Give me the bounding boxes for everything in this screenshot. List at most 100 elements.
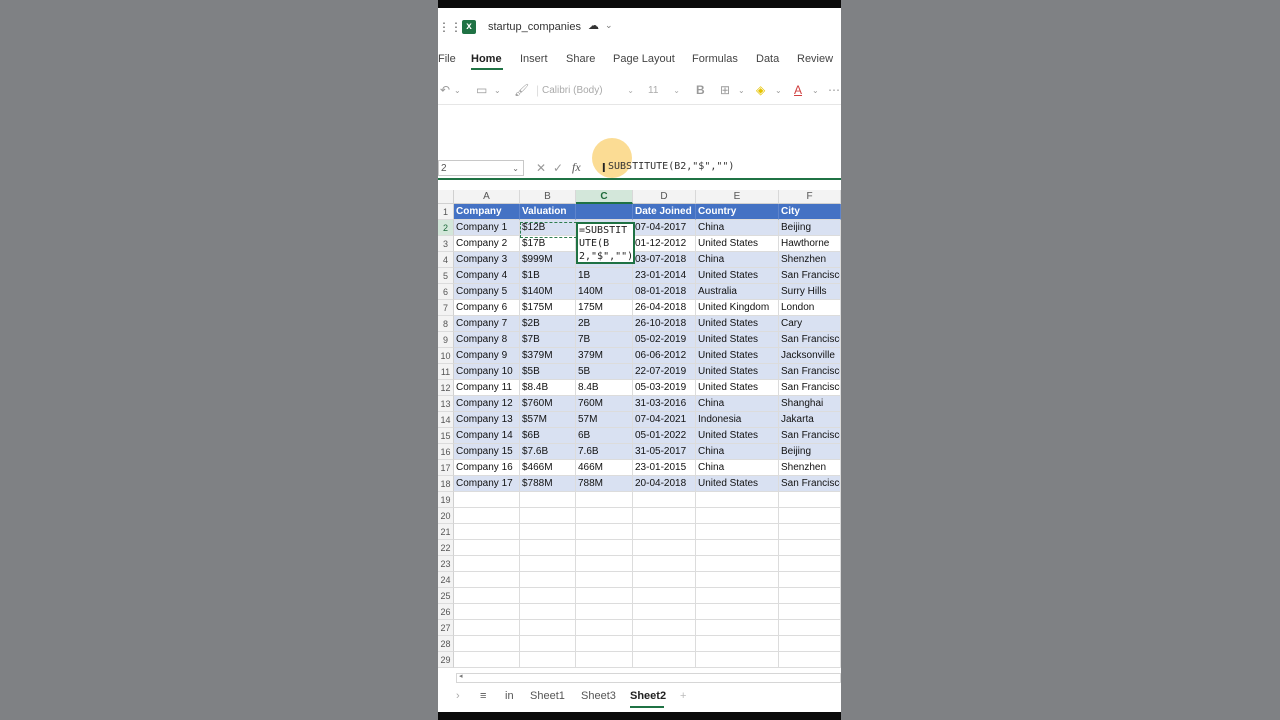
fill-color-icon[interactable]: ◈ xyxy=(756,83,765,97)
cell-e28[interactable] xyxy=(696,636,779,652)
cell-e6[interactable]: Australia xyxy=(696,284,779,300)
cell-d22[interactable] xyxy=(633,540,696,556)
cell-f20[interactable] xyxy=(779,508,841,524)
row-header[interactable]: 7 xyxy=(438,300,454,316)
cell-c26[interactable] xyxy=(576,604,633,620)
cell-e24[interactable] xyxy=(696,572,779,588)
row-header[interactable]: 1 xyxy=(438,204,454,220)
cell-c15[interactable]: 6B xyxy=(576,428,633,444)
cell-a10[interactable]: Company 9 xyxy=(454,348,520,364)
cell-c18[interactable]: 788M xyxy=(576,476,633,492)
cell-c21[interactable] xyxy=(576,524,633,540)
cell-a17[interactable]: Company 16 xyxy=(454,460,520,476)
insert-function-button[interactable]: fx xyxy=(572,160,581,175)
cell-d24[interactable] xyxy=(633,572,696,588)
cell-a18[interactable]: Company 17 xyxy=(454,476,520,492)
cell-c19[interactable] xyxy=(576,492,633,508)
cell-a27[interactable] xyxy=(454,620,520,636)
cell-f26[interactable] xyxy=(779,604,841,620)
cell-f12[interactable]: San Francisco xyxy=(779,380,841,396)
cell-b6[interactable]: $140M xyxy=(520,284,576,300)
cell-b18[interactable]: $788M xyxy=(520,476,576,492)
cell-d16[interactable]: 31-05-2017 xyxy=(633,444,696,460)
column-header-b[interactable]: B xyxy=(520,190,576,204)
cell-f9[interactable]: San Francisco xyxy=(779,332,841,348)
cell-c13[interactable]: 760M xyxy=(576,396,633,412)
cell-c17[interactable]: 466M xyxy=(576,460,633,476)
cell-a14[interactable]: Company 13 xyxy=(454,412,520,428)
cell-f22[interactable] xyxy=(779,540,841,556)
cell-a23[interactable] xyxy=(454,556,520,572)
row-header[interactable]: 25 xyxy=(438,588,454,604)
cell-b13[interactable]: $760M xyxy=(520,396,576,412)
document-title[interactable]: startup_companies xyxy=(488,20,581,35)
cell-d15[interactable]: 05-01-2022 xyxy=(633,428,696,444)
row-header[interactable]: 29 xyxy=(438,652,454,668)
cell-f1[interactable]: City xyxy=(779,204,841,220)
cell-e4[interactable]: China xyxy=(696,252,779,268)
row-header[interactable]: 2 xyxy=(438,220,454,236)
tab-home[interactable]: Home xyxy=(471,53,502,65)
undo-icon[interactable]: ↶ xyxy=(440,83,450,97)
cell-c27[interactable] xyxy=(576,620,633,636)
cell-a26[interactable] xyxy=(454,604,520,620)
cell-a21[interactable] xyxy=(454,524,520,540)
cell-c8[interactable]: 2B xyxy=(576,316,633,332)
cell-c5[interactable]: 1B xyxy=(576,268,633,284)
cell-b4[interactable]: $999M xyxy=(520,252,576,268)
cell-d12[interactable]: 05-03-2019 xyxy=(633,380,696,396)
cell-d5[interactable]: 23-01-2014 xyxy=(633,268,696,284)
cell-f15[interactable]: San Francisco xyxy=(779,428,841,444)
column-header-e[interactable]: E xyxy=(696,190,779,204)
cell-e21[interactable] xyxy=(696,524,779,540)
row-header[interactable]: 4 xyxy=(438,252,454,268)
cell-b8[interactable]: $2B xyxy=(520,316,576,332)
cell-f23[interactable] xyxy=(779,556,841,572)
tab-data[interactable]: Data xyxy=(756,53,779,65)
cell-a25[interactable] xyxy=(454,588,520,604)
row-header[interactable]: 17 xyxy=(438,460,454,476)
cell-d13[interactable]: 31-03-2016 xyxy=(633,396,696,412)
cell-d10[interactable]: 06-06-2012 xyxy=(633,348,696,364)
row-header[interactable]: 12 xyxy=(438,380,454,396)
cell-f25[interactable] xyxy=(779,588,841,604)
cell-f11[interactable]: San Francisco xyxy=(779,364,841,380)
column-header-a[interactable]: A xyxy=(454,190,520,204)
cell-e2[interactable]: China xyxy=(696,220,779,236)
borders-chevron-icon[interactable]: ⌄ xyxy=(738,86,745,95)
row-header[interactable]: 9 xyxy=(438,332,454,348)
cell-d21[interactable] xyxy=(633,524,696,540)
cell-e20[interactable] xyxy=(696,508,779,524)
cell-e17[interactable]: China xyxy=(696,460,779,476)
cell-c1[interactable] xyxy=(576,204,633,220)
cell-f18[interactable]: San Francisco xyxy=(779,476,841,492)
row-header[interactable]: 16 xyxy=(438,444,454,460)
cell-f17[interactable]: Shenzhen xyxy=(779,460,841,476)
cell-f24[interactable] xyxy=(779,572,841,588)
cell-f27[interactable] xyxy=(779,620,841,636)
formula-input[interactable]: SUBSTITUTE(B2,"$","") xyxy=(608,161,734,172)
chevron-down-icon[interactable]: ⌄ xyxy=(605,20,613,31)
cell-b14[interactable]: $57M xyxy=(520,412,576,428)
sheet-tab-sheet1[interactable]: Sheet1 xyxy=(530,690,565,702)
cell-e14[interactable]: Indonesia xyxy=(696,412,779,428)
tab-page-layout[interactable]: Page Layout xyxy=(613,53,675,65)
cell-b27[interactable] xyxy=(520,620,576,636)
cell-d19[interactable] xyxy=(633,492,696,508)
cell-b7[interactable]: $175M xyxy=(520,300,576,316)
cancel-icon[interactable]: ✕ xyxy=(536,161,546,175)
row-header[interactable]: 14 xyxy=(438,412,454,428)
sheet-tab-in[interactable]: in xyxy=(505,690,514,702)
cell-e5[interactable]: United States xyxy=(696,268,779,284)
select-all-corner[interactable] xyxy=(438,190,454,204)
cell-b29[interactable] xyxy=(520,652,576,668)
cell-f21[interactable] xyxy=(779,524,841,540)
cell-a3[interactable]: Company 2 xyxy=(454,236,520,252)
cell-b3[interactable]: $17B xyxy=(520,236,576,252)
cell-b9[interactable]: $7B xyxy=(520,332,576,348)
cell-f10[interactable]: Jacksonville xyxy=(779,348,841,364)
cell-b22[interactable] xyxy=(520,540,576,556)
cell-a2[interactable]: Company 1 xyxy=(454,220,520,236)
cell-e10[interactable]: United States xyxy=(696,348,779,364)
column-header-f[interactable]: F xyxy=(779,190,841,204)
